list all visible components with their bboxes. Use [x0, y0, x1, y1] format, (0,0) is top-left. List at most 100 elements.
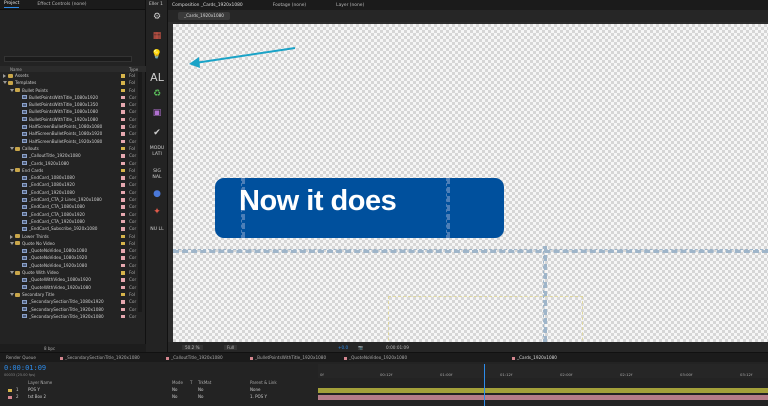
comp-row[interactable]: _EndCard_CTA_1080x1080 Cor: [0, 203, 146, 210]
comp-row[interactable]: _EndCard_Subscribe_1920x1080 Cor: [0, 225, 146, 232]
label-color-swatch[interactable]: [121, 117, 125, 122]
layer-parent[interactable]: None: [250, 387, 260, 393]
layer-trkmat[interactable]: No: [198, 387, 203, 393]
layer-duration-bar[interactable]: [318, 395, 768, 400]
label-color-swatch[interactable]: [121, 154, 125, 158]
comp-row[interactable]: _QuoteWithVideo_1920x1080 Cor: [0, 284, 146, 291]
gear-icon[interactable]: ⚙: [149, 12, 165, 22]
comp-row[interactable]: BulletPointsWithTitle_1080x1350 Cor: [0, 101, 146, 108]
label-color-swatch[interactable]: [121, 139, 125, 144]
modulate-icon[interactable]: MODU LATI: [149, 146, 165, 158]
label-color-swatch[interactable]: [121, 183, 125, 187]
label-color-swatch[interactable]: [121, 198, 125, 202]
comp-row[interactable]: _EndCard_1920x1080 Cor: [0, 189, 146, 196]
tab-project[interactable]: Project: [4, 1, 20, 8]
comp-row[interactable]: _SecondarySectionTitle_1080x1920 Cor: [0, 298, 146, 305]
label-color-swatch[interactable]: [121, 103, 125, 107]
label-color-swatch[interactable]: [121, 205, 125, 209]
label-color-swatch[interactable]: [121, 190, 125, 195]
recycle-icon[interactable]: ♻: [149, 89, 165, 99]
tab-secondary-title[interactable]: _SecondarySectionTitle_1920x1080: [60, 355, 140, 360]
label-color-swatch[interactable]: [121, 256, 125, 260]
folder-row[interactable]: Templates Fol: [0, 79, 146, 86]
folder-row[interactable]: Lower Thirds Fol: [0, 233, 146, 240]
disclosure-triangle-icon[interactable]: [3, 81, 7, 85]
playhead[interactable]: [484, 364, 485, 406]
folder-row[interactable]: Quote No Video Fol: [0, 240, 146, 247]
label-color-swatch[interactable]: [121, 168, 125, 173]
label-color-swatch[interactable]: [121, 146, 125, 151]
tab-cards[interactable]: _Cards_1920x1080: [512, 355, 557, 360]
label-color-swatch[interactable]: [121, 132, 125, 136]
pill-text[interactable]: Now it does: [239, 185, 397, 218]
comp-row[interactable]: BulletPointsWithTitle_1080x1920 Cor: [0, 94, 146, 101]
comp-row[interactable]: _EndCard_1080x1920 Cor: [0, 181, 146, 188]
label-color-swatch[interactable]: [121, 307, 125, 311]
comp-canvas[interactable]: Now it does: [173, 24, 768, 342]
layer-mode[interactable]: No: [172, 387, 177, 393]
comp-row[interactable]: _Cards_1920x1080 Cor: [0, 160, 146, 167]
viewer-time[interactable]: 0:00:01:09: [386, 345, 409, 350]
label-color-swatch[interactable]: [121, 227, 125, 231]
comp-row[interactable]: _QuoteWithVideo_1080x1920 Cor: [0, 276, 146, 283]
layer-trkmat[interactable]: No: [198, 394, 203, 400]
layer-mode[interactable]: No: [172, 394, 177, 400]
comp-row[interactable]: _SecondarySectionTitle_1920x1080 Cor: [0, 306, 146, 313]
align-icon[interactable]: AL: [149, 71, 165, 84]
label-color-swatch[interactable]: [121, 125, 125, 129]
label-color-swatch[interactable]: [121, 263, 125, 268]
comp-row[interactable]: _QuoteNoVideo_1920x1080 Cor: [0, 262, 146, 269]
label-color-swatch[interactable]: [121, 212, 125, 217]
comp-row[interactable]: HalfScreenBulletPoints_1080x1080 Cor: [0, 123, 146, 130]
tab-bullet-points[interactable]: _BulletPointsWithTitle_1920x1080: [250, 355, 326, 360]
tab-footage[interactable]: Footage (none): [273, 3, 306, 8]
label-color-swatch[interactable]: [121, 314, 125, 319]
project-search-input[interactable]: [4, 56, 132, 62]
text-pill-shape[interactable]: Now it does: [215, 178, 504, 238]
signal-icon[interactable]: SIG NAL: [149, 169, 165, 181]
layer-duration-bar[interactable]: [318, 388, 768, 393]
label-color-swatch[interactable]: [121, 249, 125, 253]
folder-row[interactable]: Quote With Video Fol: [0, 269, 146, 276]
subtab-cards-comp[interactable]: _Cards_1920x1080: [178, 12, 230, 20]
comp-row[interactable]: _EndCard_1080x1080 Cor: [0, 174, 146, 181]
layer-parent[interactable]: 1. POS Y: [250, 394, 267, 400]
comp-row[interactable]: HalfScreenBulletPoints_1920x1080 Cor: [0, 138, 146, 145]
label-color-swatch[interactable]: [121, 176, 125, 180]
comp-row[interactable]: HalfScreenBulletPoints_1080x1920 Cor: [0, 130, 146, 137]
tab-effect-controls[interactable]: Effect Controls (none): [37, 2, 86, 7]
disclosure-triangle-icon[interactable]: [10, 168, 14, 172]
project-scrollbar[interactable]: [138, 72, 142, 312]
label-color-swatch[interactable]: [121, 88, 125, 93]
image-icon[interactable]: ▣: [149, 108, 165, 118]
disclosure-triangle-icon[interactable]: [3, 74, 6, 78]
label-color-swatch[interactable]: [121, 110, 125, 114]
grid-icon[interactable]: ▦: [149, 31, 165, 41]
tab-layer[interactable]: Layer (none): [336, 3, 364, 8]
circle-icon[interactable]: ●: [149, 189, 165, 199]
label-color-swatch[interactable]: [121, 219, 125, 224]
folder-row[interactable]: Callouts Fol: [0, 145, 146, 152]
target-icon[interactable]: ✦: [149, 207, 165, 217]
comp-row[interactable]: _EndCard_CTA_2 Lines_1920x1080 Cor: [0, 196, 146, 203]
comp-row[interactable]: _CalloutTitle_1920x1080 Cor: [0, 152, 146, 159]
resolution-dropdown[interactable]: Full: [224, 344, 238, 350]
tab-quote-no-video[interactable]: _QuoteNoVideo_1920x1080: [344, 355, 407, 360]
comp-row[interactable]: BulletPointsWithTitle_1920x1080 Cor: [0, 116, 146, 123]
disclosure-triangle-icon[interactable]: [10, 292, 14, 296]
timeline-layer-row[interactable]: 2 txt Box 2 No No 1. POS Y: [0, 394, 318, 400]
comp-row[interactable]: _QuoteNoVideo_1080x1920 Cor: [0, 254, 146, 261]
layer-name[interactable]: POS Y: [28, 387, 40, 393]
label-color-swatch[interactable]: [121, 300, 125, 304]
label-color-swatch[interactable]: [121, 285, 125, 290]
label-color-swatch[interactable]: [121, 278, 125, 282]
zoom-dropdown[interactable]: 50.2 %: [182, 344, 203, 350]
layer-name[interactable]: txt Box 2: [28, 394, 46, 400]
label-color-swatch[interactable]: [121, 95, 125, 100]
disclosure-triangle-icon[interactable]: [10, 88, 14, 92]
lightbulb-icon[interactable]: 💡: [149, 50, 165, 60]
bit-depth-label[interactable]: 8 bpc: [44, 346, 55, 351]
folder-row[interactable]: Secondary Title Fol: [0, 291, 146, 298]
label-color-swatch[interactable]: [121, 81, 125, 85]
label-color-swatch[interactable]: [121, 271, 125, 275]
